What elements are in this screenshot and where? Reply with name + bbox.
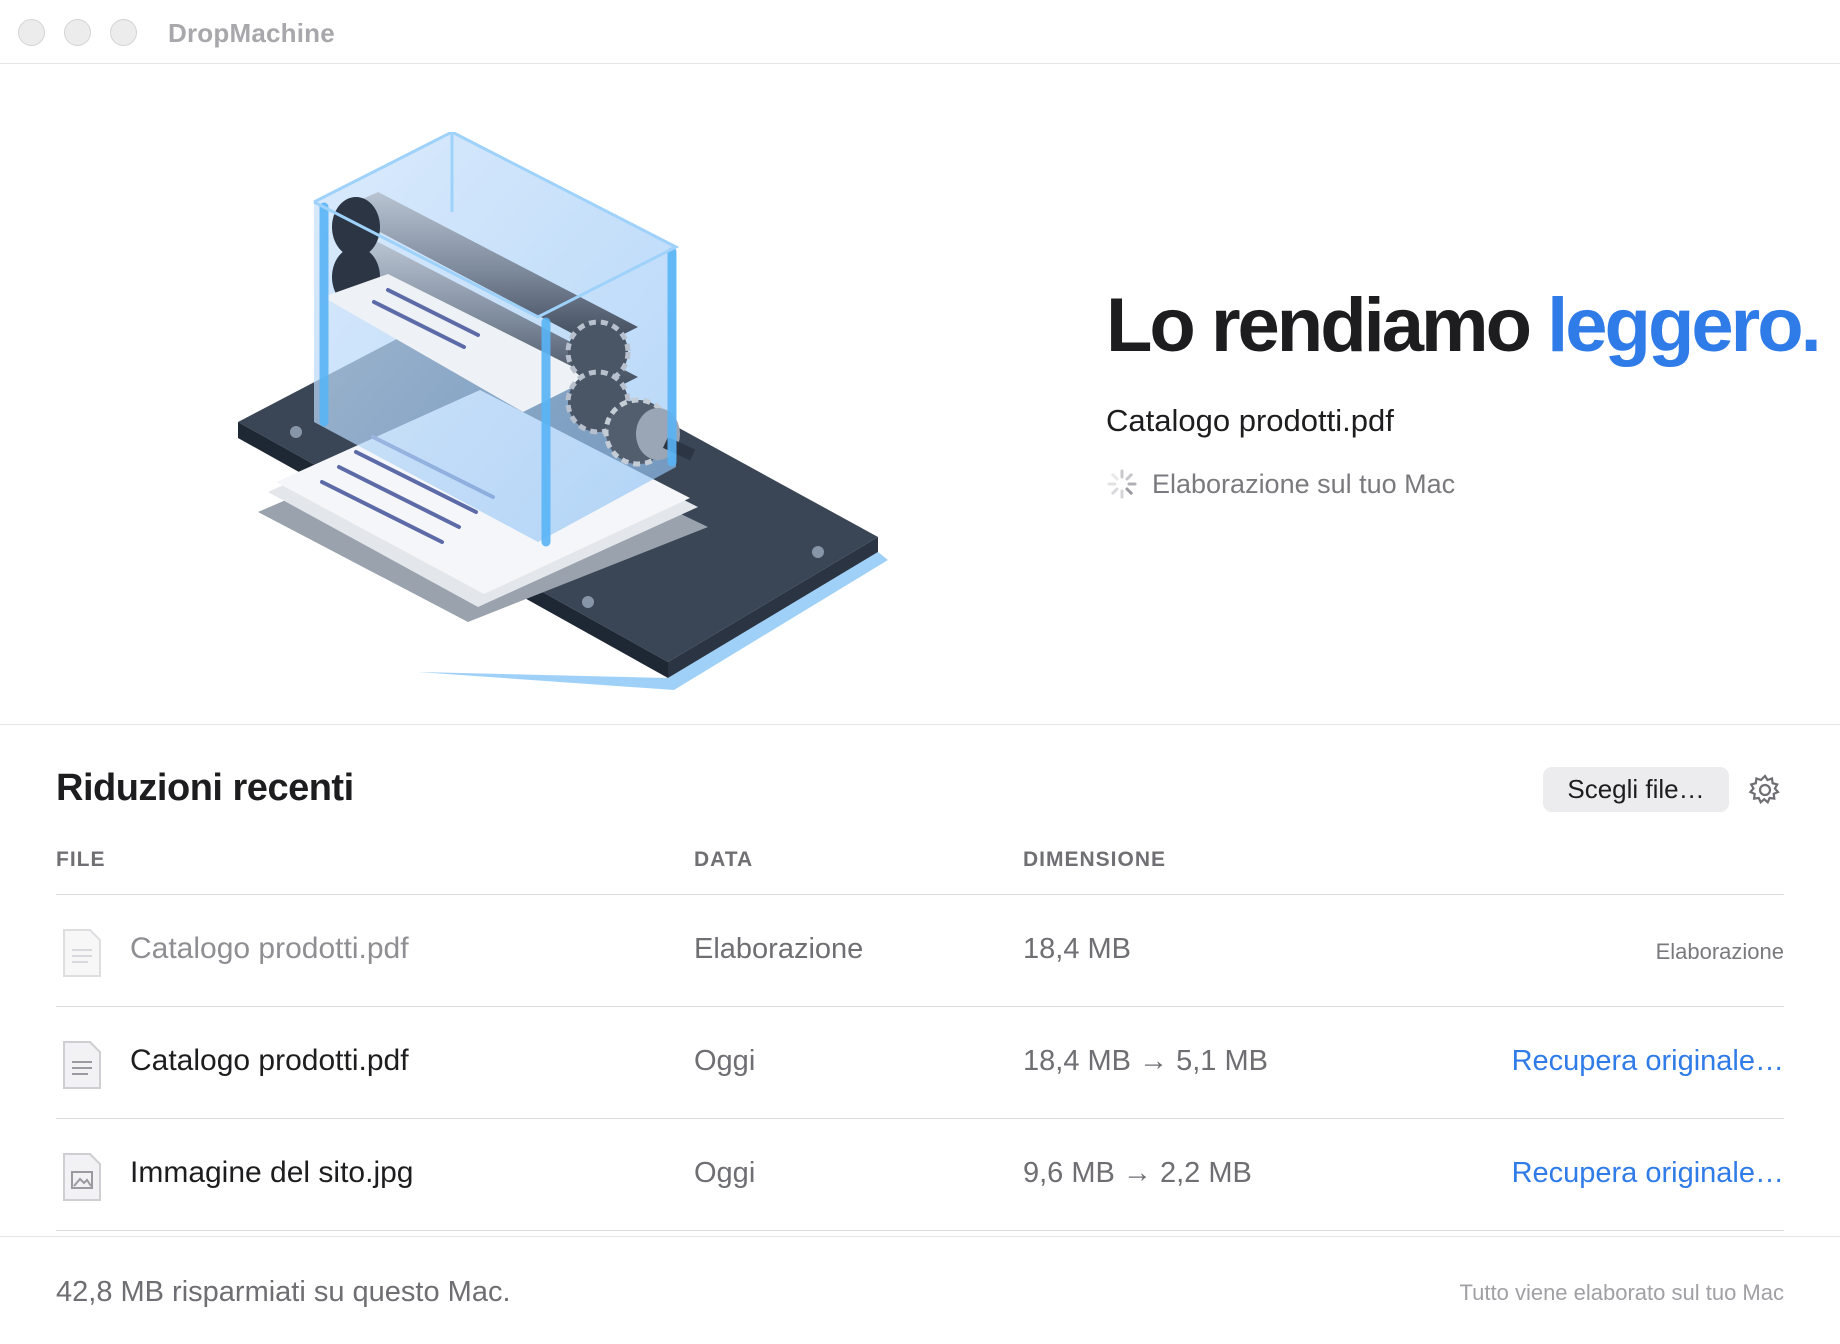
- spinner-icon: [1107, 469, 1137, 499]
- column-header-file: FILE: [56, 848, 106, 871]
- space-saved-summary: 42,8 MB risparmiati su questo Mac.: [56, 1276, 511, 1308]
- choose-file-button[interactable]: Scegli file…: [1543, 767, 1729, 812]
- file-name: Immagine del sito.jpg: [130, 1156, 414, 1189]
- title-bar: DropMachine: [0, 0, 1840, 64]
- zoom-window-button[interactable]: [110, 19, 137, 46]
- gear-icon[interactable]: [1748, 773, 1782, 807]
- close-window-button[interactable]: [18, 19, 45, 46]
- footer-divider: [0, 1236, 1840, 1237]
- file-date: Oggi: [694, 1045, 756, 1077]
- row-status-label: Elaborazione: [1655, 939, 1784, 964]
- file-size: 18,4 MB → 5,1 MB: [1023, 1045, 1268, 1077]
- file-date: Oggi: [694, 1157, 756, 1189]
- compression-machine-illustration: [238, 132, 888, 690]
- row-divider: [56, 1230, 1784, 1231]
- file-size: 9,6 MB → 2,2 MB: [1023, 1157, 1252, 1189]
- hero-headline-main: Lo rendiamo: [1106, 283, 1532, 368]
- image-file-icon: [63, 1153, 101, 1201]
- pdf-document-icon: [63, 1041, 101, 1089]
- column-header-date: DATA: [694, 848, 754, 871]
- file-date: Elaborazione: [694, 933, 864, 965]
- table-header-divider: [56, 894, 1784, 895]
- row-divider: [56, 1006, 1784, 1007]
- table-row: Catalogo prodotti.pdf Elaborazione 18,4 …: [56, 896, 1784, 1006]
- processing-status-text: Elaborazione sul tuo Mac: [1152, 468, 1456, 499]
- window-title: DropMachine: [168, 18, 335, 48]
- hero-headline-accent: leggero.: [1547, 283, 1822, 368]
- table-row: Catalogo prodotti.pdf Oggi 18,4 MB → 5,1…: [56, 1008, 1784, 1118]
- table-row: Immagine del sito.jpg Oggi 9,6 MB → 2,2 …: [56, 1120, 1784, 1230]
- pdf-document-icon: [63, 929, 101, 977]
- restore-original-link[interactable]: Recupera originale…: [1512, 1157, 1784, 1190]
- row-divider: [56, 1118, 1784, 1119]
- hero-headline: Lo rendiamo leggero.: [1106, 288, 1822, 364]
- file-name: Catalogo prodotti.pdf: [130, 932, 409, 965]
- restore-original-link[interactable]: Recupera originale…: [1512, 1045, 1784, 1078]
- processing-status: Elaborazione sul tuo Mac: [1106, 468, 1455, 500]
- recent-reductions-title: Riduzioni recenti: [56, 767, 354, 809]
- minimize-window-button[interactable]: [64, 19, 91, 46]
- column-header-size: DIMENSIONE: [1023, 848, 1167, 871]
- file-name: Catalogo prodotti.pdf: [130, 1044, 409, 1077]
- current-file-name: Catalogo prodotti.pdf: [1106, 403, 1394, 438]
- file-size: 18,4 MB: [1023, 933, 1131, 965]
- hero-divider: [0, 724, 1840, 725]
- privacy-note: Tutto viene elaborato sul tuo Mac: [1459, 1280, 1784, 1305]
